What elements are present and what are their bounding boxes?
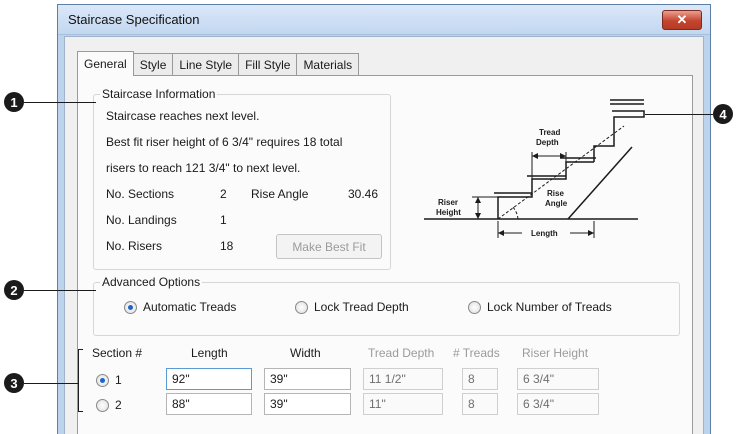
general-tab-panel: Staircase Information Staircase reaches … (77, 75, 693, 434)
callout-1: 1 (4, 92, 24, 112)
col-width: Width (290, 346, 321, 360)
section-1-treads-field[interactable]: 8 (462, 368, 498, 390)
dialog-body: General Style Line Style Fill Style Mate… (64, 36, 704, 434)
tab-materials[interactable]: Materials (296, 53, 360, 75)
section-2-tread-depth-field[interactable]: 11" (363, 393, 443, 415)
section-2-width-field[interactable]: 39" (264, 393, 351, 415)
section-1-radio[interactable] (96, 373, 109, 387)
section-1-riser-height-field[interactable]: 6 3/4" (517, 368, 599, 390)
callout-3: 3 (4, 373, 24, 393)
col-length: Length (191, 346, 228, 360)
col-treads: # Treads (453, 346, 500, 360)
section-2-riser-height-field[interactable]: 6 3/4" (517, 393, 599, 415)
callout-3-line (24, 383, 78, 384)
callout-2: 2 (4, 280, 24, 300)
staircase-dialog: Staircase Specification ✕ General Style … (57, 4, 711, 434)
callout-4: 4 (713, 104, 733, 124)
section-2-number: 2 (115, 398, 122, 412)
tab-general[interactable]: General (77, 51, 134, 76)
tab-strip: General Style Line Style Fill Style Mate… (77, 51, 360, 76)
tab-fill-style[interactable]: Fill Style (238, 53, 298, 75)
section-2-length-field[interactable]: 88" (166, 393, 252, 415)
col-tread-depth: Tread Depth (368, 346, 435, 360)
section-1-tread-depth-field[interactable]: 11 1/2" (363, 368, 443, 390)
tab-style[interactable]: Style (132, 53, 174, 75)
section-1-number: 1 (115, 373, 122, 387)
sections-table: Section # Length Width Tread Depth # Tre… (78, 76, 692, 434)
section-1-length-field[interactable]: 92" (166, 368, 252, 390)
close-icon: ✕ (676, 12, 688, 27)
section-2-treads-field[interactable]: 8 (462, 393, 498, 415)
col-riser-height: Riser Height (522, 346, 589, 360)
callout-2-line (24, 290, 96, 291)
section-1-width-field[interactable]: 39" (264, 368, 351, 390)
callout-1-line (24, 102, 96, 103)
tab-line-style[interactable]: Line Style (172, 53, 240, 75)
callout-4-line (645, 114, 713, 115)
col-section-number: Section # (92, 346, 143, 360)
callout-3-bracket (78, 349, 83, 412)
window-title: Staircase Specification (68, 12, 200, 27)
title-bar: Staircase Specification ✕ (58, 5, 710, 35)
close-button[interactable]: ✕ (662, 10, 702, 30)
section-row-2-select[interactable]: 2 (96, 398, 122, 412)
section-2-radio[interactable] (96, 398, 109, 412)
section-row-1-select[interactable]: 1 (96, 373, 122, 387)
